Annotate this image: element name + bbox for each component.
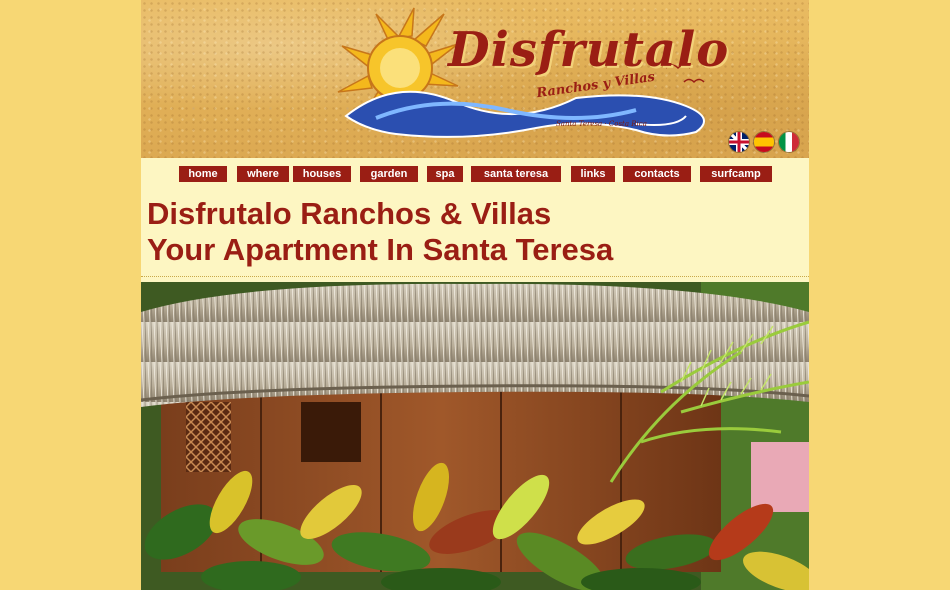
nav-houses[interactable]: houses [293, 166, 351, 182]
main-nav: home where houses garden spa santa teres… [141, 158, 809, 188]
logo-location: Santa Teresa · Costa Rica [556, 120, 647, 128]
thatched-hut-garden-photo-icon [141, 282, 809, 590]
site-logo[interactable]: Disfrutalo Ranchos y Villas Santa Teresa… [336, 6, 730, 146]
nav-links[interactable]: links [571, 166, 615, 182]
hut-garden-photo [141, 282, 809, 590]
page-container: Disfrutalo Ranchos y Villas Santa Teresa… [141, 0, 809, 590]
spain-flag-icon[interactable] [754, 132, 774, 152]
header-banner: Disfrutalo Ranchos y Villas Santa Teresa… [141, 0, 809, 158]
nav-contacts[interactable]: contacts [623, 166, 691, 182]
nav-garden[interactable]: garden [360, 166, 418, 182]
nav-home[interactable]: home [179, 166, 227, 182]
title-line-2: Your Apartment In Santa Teresa [147, 232, 614, 267]
nav-surfcamp[interactable]: surfcamp [700, 166, 772, 182]
nav-where[interactable]: where [237, 166, 289, 182]
nav-spa[interactable]: spa [427, 166, 463, 182]
nav-santa-teresa[interactable]: santa teresa [471, 166, 561, 182]
divider [141, 276, 809, 277]
logo-title: Disfrutalo [448, 22, 730, 78]
uk-flag-icon[interactable] [729, 132, 749, 152]
page-title: Disfrutalo Ranchos & Villas Your Apartme… [147, 196, 797, 268]
title-line-1: Disfrutalo Ranchos & Villas [147, 196, 552, 231]
italy-flag-icon[interactable] [779, 132, 799, 152]
language-switcher [729, 132, 799, 152]
